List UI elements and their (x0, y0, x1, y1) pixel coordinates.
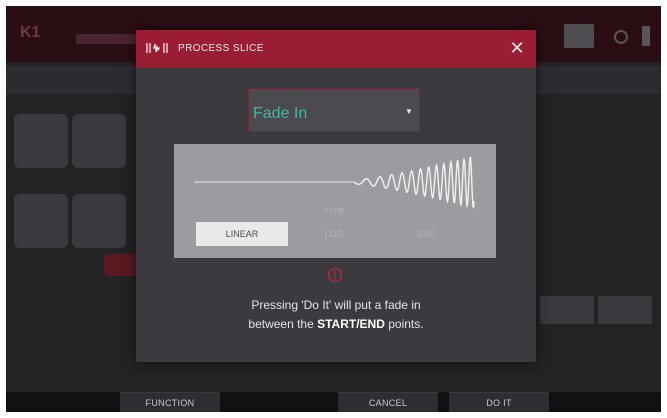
message-line-1: Pressing 'Do It' will put a fade in (251, 298, 421, 312)
background-pad (14, 114, 68, 168)
background-dot-icon (614, 30, 628, 44)
do-it-button[interactable]: DO IT (449, 392, 549, 412)
fade-preview-panel: TYPE LINEAR LOG EXP (174, 144, 496, 258)
footer-bar (6, 392, 661, 412)
dialog-title-bar: PROCESS SLICE ✕ (136, 30, 536, 68)
waveform-icon (146, 41, 168, 60)
process-type-select[interactable]: Fade In ▼ (248, 88, 420, 132)
fade-type-log-button[interactable]: LOG (304, 222, 364, 246)
message-line-2-bold: START/END (317, 317, 385, 331)
background-pad (14, 194, 68, 248)
message-line-2-suffix: points. (384, 317, 424, 331)
fade-type-linear-button[interactable]: LINEAR (196, 222, 288, 246)
background-button (598, 296, 652, 324)
track-label: K1 (20, 24, 41, 41)
background-pad (72, 114, 126, 168)
dropdown-arrow-icon: ▼ (405, 107, 413, 116)
function-button[interactable]: FUNCTION (120, 392, 220, 412)
close-icon[interactable]: ✕ (506, 37, 528, 59)
dialog-message: Pressing 'Do It' will put a fade in betw… (176, 296, 496, 334)
background-pad (72, 194, 126, 248)
screen: K1 FUNCTION CANCEL DO IT PROCESS SLICE ✕… (6, 6, 661, 412)
background-box (564, 24, 594, 48)
process-type-value: Fade In (253, 105, 308, 122)
dialog-title: PROCESS SLICE (178, 43, 264, 54)
process-slice-dialog: PROCESS SLICE ✕ Fade In ▼ TYPE LINEAR LO… (136, 30, 536, 362)
background-red-element (104, 254, 138, 276)
warning-icon (327, 267, 343, 288)
message-line-2-prefix: between the (248, 317, 318, 331)
fade-type-label: TYPE (324, 207, 345, 216)
background-button (540, 296, 594, 324)
fade-type-exp-button[interactable]: EXP (396, 222, 456, 246)
cancel-button[interactable]: CANCEL (338, 392, 438, 412)
background-bar-icon (642, 26, 650, 46)
